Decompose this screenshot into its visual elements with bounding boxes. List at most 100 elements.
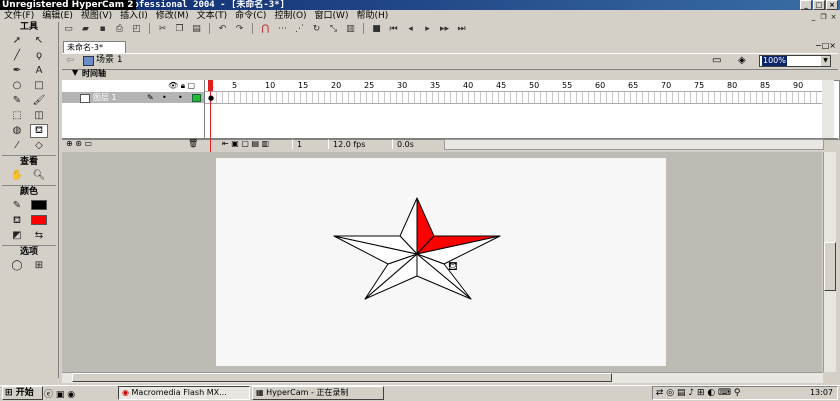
stroke-color-swatch[interactable]: [30, 199, 48, 213]
document-tab[interactable]: 未命名-3*: [63, 41, 126, 53]
trash-icon[interactable]: 🗑︎: [188, 139, 198, 148]
hand-tool-icon[interactable]: ✋: [8, 169, 26, 183]
undo-icon[interactable]: ↶: [216, 23, 229, 35]
cut-icon[interactable]: ✂: [156, 23, 169, 35]
menu-help[interactable]: 帮助(H): [352, 10, 392, 22]
play-icon[interactable]: ▸: [421, 23, 434, 35]
open-folder-icon[interactable]: ▰: [79, 23, 92, 35]
close-icon[interactable]: ×: [826, 0, 838, 10]
outline-icon[interactable]: ▢: [188, 81, 196, 90]
align-icon[interactable]: ▥: [344, 23, 357, 35]
fill-transform-tool-icon[interactable]: ◫: [30, 109, 48, 123]
eyedropper-tool-icon[interactable]: ⁄: [8, 139, 26, 153]
eye-icon[interactable]: 👁︎: [168, 81, 178, 90]
timeline-collapse-icon[interactable]: ▼: [72, 68, 78, 77]
gap-size-icon[interactable]: ◯: [8, 259, 26, 273]
tray-icons[interactable]: ⇄ ◎ ▤ ♪ ⊞ ◐ ⌨ ⚲: [653, 388, 741, 398]
smooth-icon[interactable]: ⋯: [276, 23, 289, 35]
step-back-icon[interactable]: ◂: [404, 23, 417, 35]
keyframe-icon[interactable]: ●: [208, 94, 214, 102]
lock-dot-icon[interactable]: •: [178, 92, 183, 103]
chevron-down-icon[interactable]: ▼: [821, 56, 830, 66]
pencil-tool-icon[interactable]: ✎: [8, 94, 26, 108]
doc-minimize-icon[interactable]: _: [809, 13, 818, 21]
copy-icon[interactable]: ❐: [173, 23, 186, 35]
paste-icon[interactable]: ▤: [190, 23, 203, 35]
ie-icon[interactable]: ⓔ: [44, 390, 53, 400]
oval-tool-icon[interactable]: ○: [8, 79, 26, 93]
visibility-dot-icon[interactable]: •: [162, 92, 167, 103]
ink-bottle-tool-icon[interactable]: ◍: [8, 124, 26, 138]
onion-skin-icon[interactable]: ⇤ ▣ ▢ ▤ ▥: [222, 139, 269, 148]
stop-icon[interactable]: ■: [370, 23, 383, 35]
brush-tool-icon[interactable]: 🖌: [30, 94, 48, 108]
lock-fill-icon[interactable]: ⊞: [30, 259, 48, 273]
menu-commands[interactable]: 命令(C): [231, 10, 270, 22]
arrow-tool-icon[interactable]: ➚: [8, 34, 26, 48]
outline-color-icon[interactable]: [192, 94, 201, 102]
print-preview-icon[interactable]: ◰: [130, 23, 143, 35]
menu-text[interactable]: 文本(T): [193, 10, 232, 22]
zoom-tool-icon[interactable]: 🔍︎: [30, 169, 48, 183]
minimize-icon[interactable]: _: [800, 0, 812, 10]
drawing-tools: ➚ ↖ ╱ ϙ ✒ A ○ □ ✎ 🖌 ⬚ ◫ ◍ ⛾ ⁄ ◇: [0, 33, 58, 154]
lock-icon[interactable]: 🔒︎: [181, 81, 185, 90]
scrollbar-thumb[interactable]: [824, 242, 836, 291]
menu-file[interactable]: 文件(F): [0, 10, 38, 22]
print-icon[interactable]: ⎙: [113, 23, 126, 35]
menu-control[interactable]: 控制(O): [270, 10, 310, 22]
desktop-icon[interactable]: ▣: [56, 390, 65, 400]
back-arrow-icon[interactable]: ⇦: [66, 55, 74, 66]
default-colors-icon[interactable]: ◩: [8, 229, 26, 243]
menu-insert[interactable]: 插入(I): [116, 10, 152, 22]
star-drawing[interactable]: ⛾: [216, 158, 666, 366]
rewind-icon[interactable]: ⏮: [387, 23, 400, 35]
swap-colors-icon[interactable]: ⇆: [30, 229, 48, 243]
eraser-tool-icon[interactable]: ◇: [30, 139, 48, 153]
edit-symbols-icon[interactable]: ▭: [712, 55, 721, 66]
doc-close-icon[interactable]: ×: [829, 13, 838, 21]
subselect-tool-icon[interactable]: ↖: [30, 34, 48, 48]
free-transform-tool-icon[interactable]: ⬚: [8, 109, 26, 123]
menu-window[interactable]: 窗口(W): [311, 10, 353, 22]
scene-label[interactable]: 场景 1: [96, 54, 123, 67]
timeline-horizontal-scrollbar[interactable]: [444, 139, 824, 150]
layer-name[interactable]: 图层 1: [93, 92, 117, 103]
zoom-select[interactable]: 100% ▼: [759, 55, 831, 67]
redo-icon[interactable]: ↷: [233, 23, 246, 35]
line-tool-icon[interactable]: ╱: [8, 49, 26, 63]
pen-tool-icon[interactable]: ✒: [8, 64, 26, 78]
text-tool-icon[interactable]: A: [30, 64, 48, 78]
paint-bucket-tool-icon[interactable]: ⛾: [30, 124, 48, 138]
menu-modify[interactable]: 修改(M): [152, 10, 193, 22]
new-file-icon[interactable]: ▭: [62, 23, 75, 35]
frame-ruler[interactable]: 1 5 10 15 20 25 30 35 40 45 50 55 60 65 …: [205, 80, 822, 92]
doc-restore-icon[interactable]: ❐: [819, 13, 828, 21]
timeline-scrollbar[interactable]: [822, 80, 834, 138]
menu-view[interactable]: 视图(V): [77, 10, 116, 22]
maximize-icon[interactable]: □: [813, 0, 825, 10]
doc-tab-close-icon[interactable]: −□×: [815, 41, 836, 50]
rotate-icon[interactable]: ↻: [310, 23, 323, 35]
save-icon[interactable]: ▪: [96, 23, 109, 35]
go-to-end-icon[interactable]: ⏭: [455, 23, 468, 35]
lasso-tool-icon[interactable]: ϙ: [30, 49, 48, 63]
current-frame: 1: [292, 139, 331, 149]
media-icon[interactable]: ◉: [67, 390, 75, 400]
task-flash[interactable]: ◉ Macromedia Flash MX...: [118, 386, 250, 400]
scale-icon[interactable]: ⤡: [327, 23, 340, 35]
step-forward-icon[interactable]: ▸▸: [438, 23, 451, 35]
start-button[interactable]: ⊞ 开始: [2, 386, 43, 400]
straighten-icon[interactable]: ⋰: [293, 23, 306, 35]
add-layer-icon[interactable]: ⊕ ⊛ ▭: [66, 139, 92, 148]
snap-magnet-icon[interactable]: ⋂: [259, 23, 272, 35]
playhead[interactable]: [208, 80, 213, 91]
scrollbar-thumb[interactable]: [72, 373, 612, 382]
rectangle-tool-icon[interactable]: □: [30, 79, 48, 93]
task-hypercam[interactable]: ▦ HyperCam - 正在录制: [252, 386, 384, 400]
frame-cells[interactable]: [205, 92, 822, 104]
fill-color-swatch[interactable]: [30, 214, 48, 228]
menu-edit[interactable]: 编辑(E): [38, 10, 77, 22]
frame-number: 10: [265, 81, 276, 90]
edit-scene-icon[interactable]: ◈: [738, 55, 746, 66]
